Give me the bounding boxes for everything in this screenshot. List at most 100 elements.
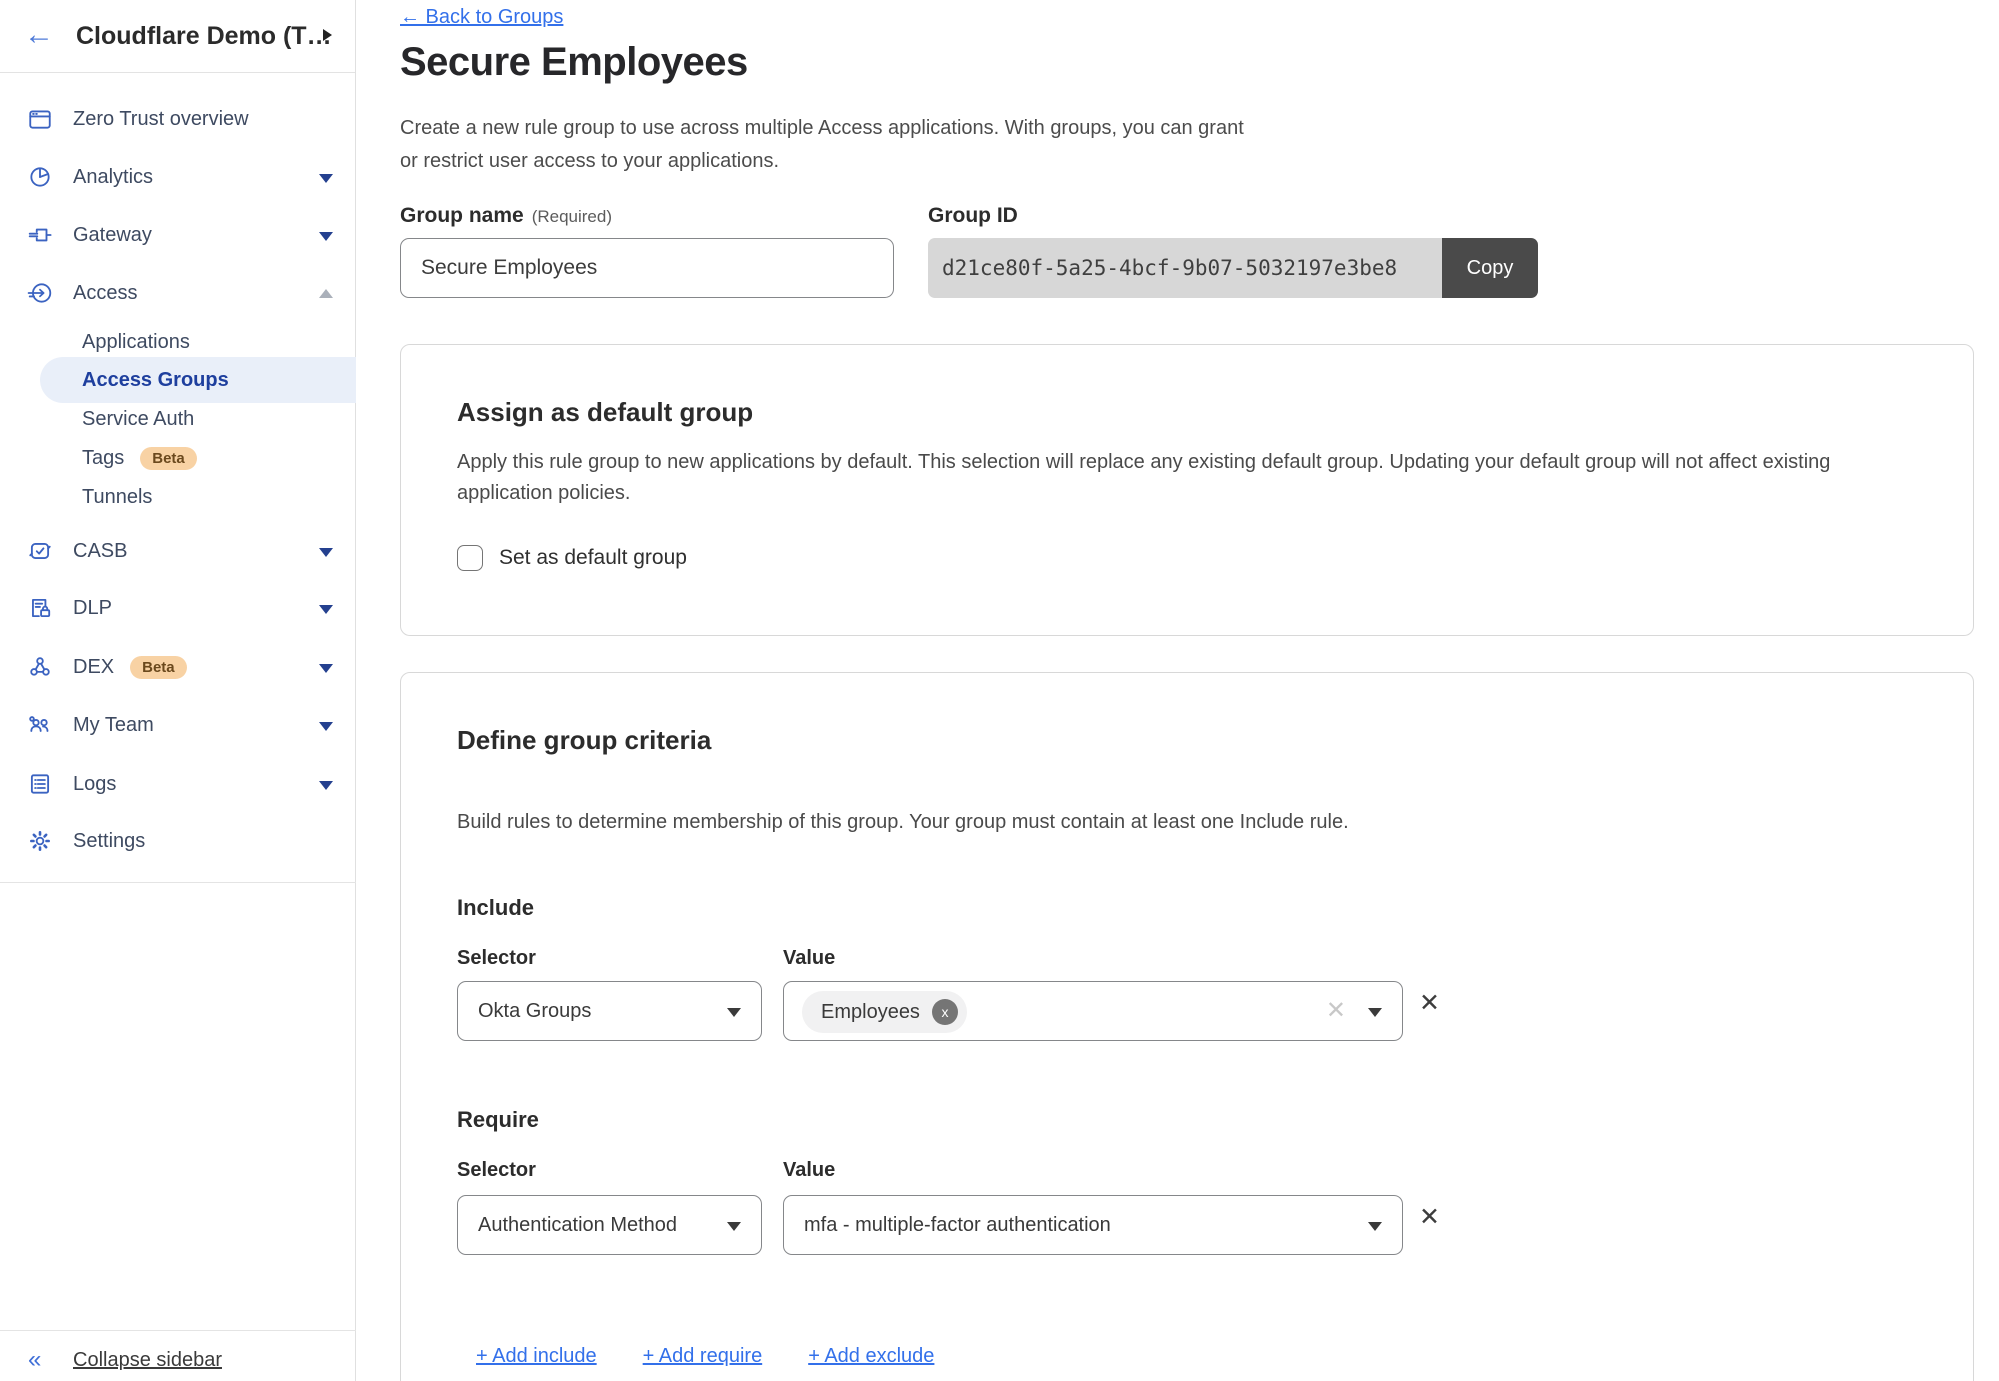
sidebar: ← Cloudflare Demo (T… Zero Trust overvie… [0, 0, 356, 1381]
group-id-value: d21ce80f-5a25-4bcf-9b07-5032197e3be8 [928, 238, 1442, 298]
sidebar-item-logs[interactable]: Logs [0, 764, 356, 804]
include-value-multiselect[interactable]: Employees x ✕ [783, 981, 1403, 1041]
sidebar-item-analytics[interactable]: Analytics [0, 157, 356, 197]
sidebar-item-label: DLP [73, 597, 112, 620]
sidebar-footer-divider [0, 1330, 356, 1331]
include-heading: Include [457, 895, 534, 921]
chevron-down-icon [727, 1222, 741, 1231]
card-description: Apply this rule group to new application… [457, 447, 1917, 509]
gear-icon [27, 828, 53, 854]
sidebar-divider [0, 882, 356, 883]
add-require-link[interactable]: + Add require [643, 1345, 763, 1368]
checkbox-label: Set as default group [499, 546, 687, 570]
chip-remove-icon[interactable]: x [932, 999, 958, 1025]
sidebar-item-label: Zero Trust overview [73, 108, 249, 131]
chevron-right-icon[interactable] [323, 29, 332, 41]
selector-column-label: Selector [457, 1159, 536, 1182]
card-description: Build rules to determine membership of t… [457, 807, 1917, 838]
sidebar-item-dex[interactable]: DEX Beta [0, 647, 356, 687]
sidebar-item-tunnels[interactable]: Tunnels [0, 477, 356, 517]
sidebar-item-label: Gateway [73, 224, 152, 247]
collapse-sidebar-button[interactable]: « Collapse sidebar [0, 1346, 356, 1381]
sidebar-item-label: Logs [73, 773, 116, 796]
sidebar-item-tags[interactable]: Tags Beta [0, 438, 356, 478]
logs-list-icon [27, 771, 53, 797]
sidebar-item-casb[interactable]: CASB [0, 531, 356, 571]
sidebar-item-label: Tags [82, 447, 124, 470]
selected-option: mfa - multiple-factor authentication [784, 1214, 1111, 1237]
beta-badge: Beta [130, 656, 187, 679]
page-description: Create a new rule group to use across mu… [400, 112, 1244, 178]
group-id-box: d21ce80f-5a25-4bcf-9b07-5032197e3be8 Cop… [928, 238, 1538, 298]
add-include-link[interactable]: + Add include [476, 1345, 597, 1368]
sidebar-item-label: My Team [73, 714, 154, 737]
chip-label: Employees [821, 1001, 920, 1024]
selector-column-label: Selector [457, 947, 536, 970]
chevron-up-icon[interactable] [319, 289, 333, 298]
chevron-down-icon [1368, 1222, 1382, 1231]
require-value-dropdown[interactable]: mfa - multiple-factor authentication [783, 1195, 1403, 1255]
sidebar-item-zero-trust-overview[interactable]: Zero Trust overview [0, 99, 356, 139]
account-title[interactable]: Cloudflare Demo (T… [76, 22, 332, 51]
sidebar-item-access[interactable]: Access [0, 273, 356, 313]
collapse-sidebar-label: Collapse sidebar [73, 1349, 222, 1372]
sidebar-item-label: Access Groups [82, 369, 229, 392]
document-lock-icon [27, 595, 53, 621]
group-id-label: Group ID [928, 204, 1018, 228]
gateway-icon [27, 222, 53, 248]
chevron-down-icon[interactable] [319, 664, 333, 673]
clear-values-icon[interactable]: ✕ [1326, 999, 1346, 1023]
chevron-down-icon[interactable] [319, 232, 333, 241]
back-to-groups-link[interactable]: ← Back to Groups [400, 6, 563, 29]
dex-network-icon [27, 654, 53, 680]
set-default-group-row[interactable]: Set as default group [457, 545, 687, 571]
value-chip: Employees x [802, 991, 967, 1033]
browser-window-icon [27, 106, 53, 132]
require-selector-dropdown[interactable]: Authentication Method [457, 1195, 762, 1255]
chevron-down-icon[interactable] [319, 605, 333, 614]
default-group-checkbox[interactable] [457, 545, 483, 571]
include-selector-dropdown[interactable]: Okta Groups [457, 981, 762, 1041]
double-chevron-left-icon: « [28, 1346, 41, 1375]
sidebar-item-label: Analytics [73, 166, 153, 189]
access-login-icon [27, 280, 53, 306]
sidebar-item-service-auth[interactable]: Service Auth [0, 399, 356, 439]
chevron-down-icon [1368, 1008, 1382, 1017]
team-icon [27, 712, 53, 738]
sidebar-item-gateway[interactable]: Gateway [0, 215, 356, 255]
group-criteria-card: Define group criteria Build rules to det… [400, 672, 1974, 1381]
remove-include-rule-button[interactable]: ✕ [1419, 991, 1440, 1016]
card-title: Assign as default group [457, 397, 753, 428]
require-heading: Require [457, 1107, 539, 1133]
value-column-label: Value [783, 1159, 835, 1182]
sidebar-item-label: Access [73, 282, 137, 305]
card-title: Define group criteria [457, 725, 711, 756]
sidebar-item-label: Settings [73, 830, 145, 853]
chevron-down-icon[interactable] [319, 722, 333, 731]
back-arrow-icon[interactable]: ← [24, 20, 54, 50]
sidebar-item-applications[interactable]: Applications [0, 322, 356, 362]
add-exclude-link[interactable]: + Add exclude [808, 1345, 934, 1368]
sidebar-item-access-groups[interactable]: Access Groups [40, 357, 356, 403]
app-window: ← Cloudflare Demo (T… Zero Trust overvie… [0, 0, 1999, 1381]
sidebar-item-label: Service Auth [82, 408, 194, 431]
sidebar-header: ← Cloudflare Demo (T… [0, 0, 355, 73]
page-title: Secure Employees [400, 40, 748, 85]
copy-button[interactable]: Copy [1442, 238, 1538, 298]
sidebar-item-my-team[interactable]: My Team [0, 705, 356, 745]
sidebar-item-settings[interactable]: Settings [0, 821, 356, 861]
required-hint: (Required) [532, 207, 612, 226]
chevron-down-icon [727, 1008, 741, 1017]
chevron-down-icon[interactable] [319, 174, 333, 183]
selected-option: Okta Groups [458, 1000, 591, 1023]
group-name-input[interactable] [400, 238, 894, 298]
default-group-card: Assign as default group Apply this rule … [400, 344, 1974, 636]
sidebar-item-dlp[interactable]: DLP [0, 588, 356, 628]
chevron-down-icon[interactable] [319, 548, 333, 557]
casb-icon [27, 538, 53, 564]
group-name-label: Group name(Required) [400, 204, 612, 228]
remove-require-rule-button[interactable]: ✕ [1419, 1205, 1440, 1230]
beta-badge: Beta [140, 447, 197, 470]
sidebar-item-label: CASB [73, 540, 127, 563]
chevron-down-icon[interactable] [319, 781, 333, 790]
